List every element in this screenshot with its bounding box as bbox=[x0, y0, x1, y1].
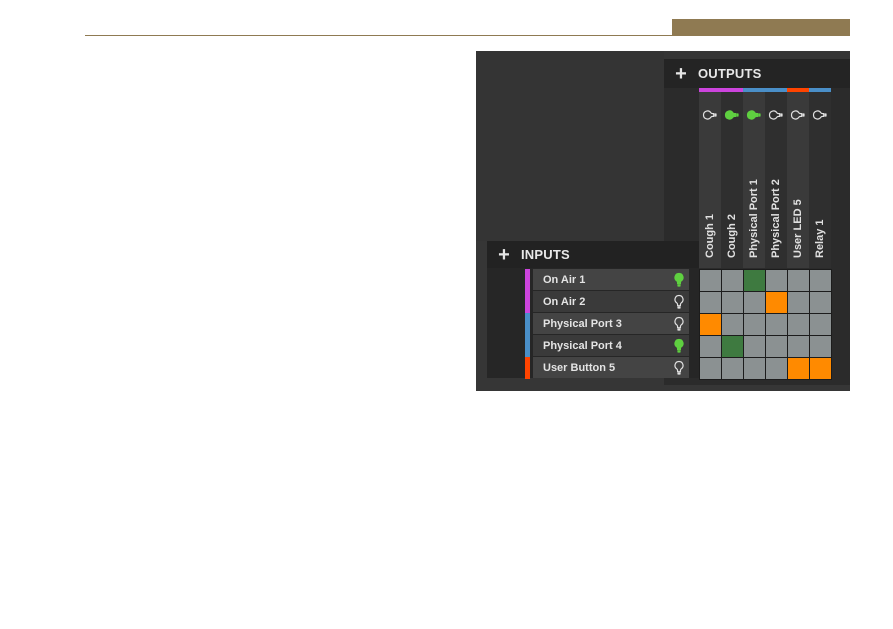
routing-cell[interactable] bbox=[788, 336, 809, 357]
input-label: Physical Port 4 bbox=[543, 339, 622, 352]
input-label: On Air 2 bbox=[543, 295, 586, 308]
routing-cell[interactable] bbox=[788, 292, 809, 313]
lightbulb-on-icon[interactable] bbox=[746, 108, 762, 120]
header-rule bbox=[85, 35, 850, 36]
routing-cell[interactable] bbox=[810, 292, 831, 313]
outputs-header: + OUTPUTS bbox=[664, 59, 850, 88]
input-group-stripe bbox=[525, 269, 530, 291]
routing-cell[interactable] bbox=[766, 358, 787, 379]
output-label: Relay 1 bbox=[814, 219, 826, 258]
input-row[interactable]: User Button 5 bbox=[533, 357, 689, 378]
routing-cell[interactable] bbox=[810, 358, 831, 379]
lightbulb-off-icon[interactable] bbox=[702, 108, 718, 120]
input-group-stripe bbox=[525, 313, 530, 335]
routing-cell[interactable] bbox=[744, 358, 765, 379]
add-input-button[interactable]: + bbox=[487, 245, 521, 265]
routing-cell[interactable] bbox=[722, 314, 743, 335]
inputs-header: + INPUTS bbox=[487, 241, 699, 268]
output-label: Physical Port 2 bbox=[770, 179, 782, 258]
routing-grid bbox=[699, 269, 832, 380]
input-row[interactable]: On Air 1 bbox=[533, 269, 689, 290]
routing-cell[interactable] bbox=[744, 292, 765, 313]
output-label: Cough 2 bbox=[726, 214, 738, 258]
lightbulb-off-icon[interactable] bbox=[673, 360, 685, 376]
input-label: User Button 5 bbox=[543, 361, 616, 374]
input-label: Physical Port 3 bbox=[543, 317, 622, 330]
output-column[interactable]: Cough 2 bbox=[721, 92, 743, 268]
lightbulb-off-icon[interactable] bbox=[673, 316, 685, 332]
lightbulb-off-icon[interactable] bbox=[673, 294, 685, 310]
routing-cell[interactable] bbox=[788, 314, 809, 335]
input-group-stripe bbox=[525, 357, 530, 379]
routing-cell[interactable] bbox=[722, 270, 743, 291]
input-row[interactable]: Physical Port 3 bbox=[533, 313, 689, 334]
routing-cell[interactable] bbox=[744, 336, 765, 357]
routing-cell[interactable] bbox=[766, 292, 787, 313]
input-group-stripe bbox=[525, 291, 530, 313]
input-label: On Air 1 bbox=[543, 273, 586, 286]
routing-cell[interactable] bbox=[744, 314, 765, 335]
routing-cell[interactable] bbox=[700, 336, 721, 357]
lightbulb-on-icon[interactable] bbox=[724, 108, 740, 120]
routing-cell[interactable] bbox=[766, 314, 787, 335]
outputs-title: OUTPUTS bbox=[698, 66, 762, 81]
header-tab bbox=[672, 19, 850, 35]
inputs-title: INPUTS bbox=[521, 247, 570, 262]
routing-cell[interactable] bbox=[722, 292, 743, 313]
routing-cell[interactable] bbox=[810, 336, 831, 357]
output-column[interactable]: Relay 1 bbox=[809, 92, 831, 268]
routing-cell[interactable] bbox=[722, 358, 743, 379]
output-column[interactable]: Physical Port 1 bbox=[743, 92, 765, 268]
routing-cell[interactable] bbox=[744, 270, 765, 291]
routing-cell[interactable] bbox=[766, 270, 787, 291]
lightbulb-off-icon[interactable] bbox=[790, 108, 806, 120]
input-row[interactable]: Physical Port 4 bbox=[533, 335, 689, 356]
routing-cell[interactable] bbox=[700, 358, 721, 379]
routing-cell[interactable] bbox=[700, 270, 721, 291]
lightbulb-off-icon[interactable] bbox=[768, 108, 784, 120]
add-output-button[interactable]: + bbox=[664, 64, 698, 84]
output-column[interactable]: Cough 1 bbox=[699, 92, 721, 268]
lightbulb-on-icon[interactable] bbox=[673, 338, 685, 354]
lightbulb-off-icon[interactable] bbox=[812, 108, 828, 120]
routing-cell[interactable] bbox=[810, 270, 831, 291]
routing-cell[interactable] bbox=[810, 314, 831, 335]
lightbulb-on-icon[interactable] bbox=[673, 272, 685, 288]
input-group-stripe bbox=[525, 335, 530, 357]
routing-cell[interactable] bbox=[788, 270, 809, 291]
routing-cell[interactable] bbox=[766, 336, 787, 357]
routing-cell[interactable] bbox=[788, 358, 809, 379]
empty-corner bbox=[476, 51, 664, 241]
output-column[interactable]: Physical Port 2 bbox=[765, 92, 787, 268]
input-row[interactable]: On Air 2 bbox=[533, 291, 689, 312]
output-label: Physical Port 1 bbox=[748, 179, 760, 258]
routing-cell[interactable] bbox=[700, 314, 721, 335]
output-label: Cough 1 bbox=[704, 214, 716, 258]
output-label: User LED 5 bbox=[792, 199, 804, 258]
routing-cell[interactable] bbox=[722, 336, 743, 357]
routing-cell[interactable] bbox=[700, 292, 721, 313]
output-column[interactable]: User LED 5 bbox=[787, 92, 809, 268]
